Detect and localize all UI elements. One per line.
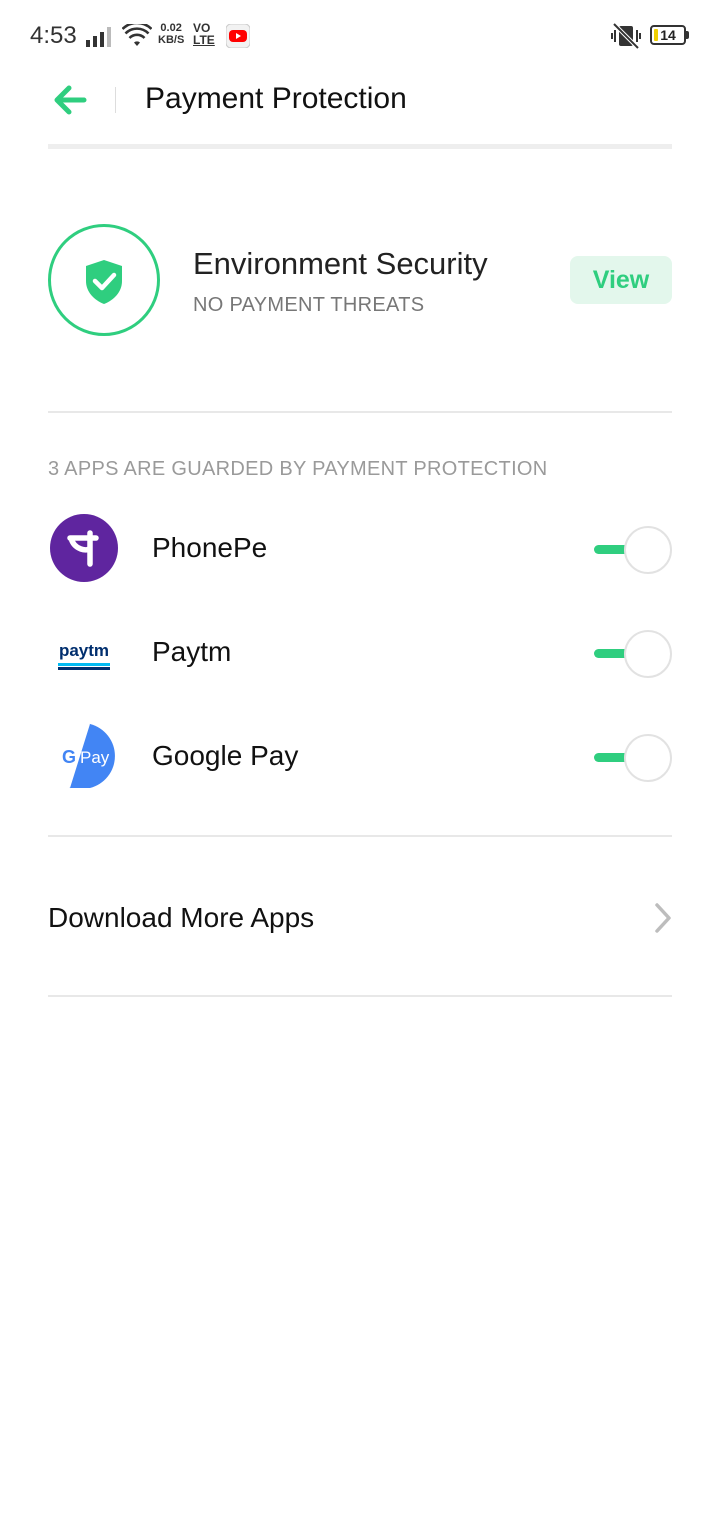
google-pay-protection-toggle[interactable] xyxy=(594,734,672,782)
wifi-icon xyxy=(122,24,152,46)
youtube-notification-icon xyxy=(226,24,250,48)
battery-percent: 14 xyxy=(660,27,676,43)
app-name: PhonePe xyxy=(152,532,268,563)
app-row-google-pay: G Pay Google Pay xyxy=(48,712,672,802)
security-status-badge xyxy=(48,224,160,336)
google-pay-icon: G Pay xyxy=(56,723,115,789)
divider xyxy=(48,411,672,413)
battery-icon: 14 xyxy=(650,25,686,45)
shield-check-icon xyxy=(86,260,122,304)
app-name: Google Pay xyxy=(152,740,299,771)
network-speed: 0.02 KB/S xyxy=(158,22,184,46)
security-status-text: NO PAYMENT THREATS xyxy=(193,294,425,316)
status-time: 4:53 xyxy=(30,22,77,49)
divider xyxy=(48,835,672,837)
download-more-apps-row[interactable]: Download More Apps xyxy=(48,880,672,960)
page-title: Payment Protection xyxy=(145,82,407,115)
paytm-protection-toggle[interactable] xyxy=(594,630,672,678)
toggle-knob xyxy=(624,526,672,574)
download-more-apps-label: Download More Apps xyxy=(48,902,315,933)
battery-tip xyxy=(686,31,689,39)
app-name: Paytm xyxy=(152,636,232,667)
paytm-logo-text: paytm xyxy=(59,641,109,660)
chevron-right-icon xyxy=(655,903,671,933)
paytm-icon: paytm xyxy=(58,641,110,670)
header-separator xyxy=(48,144,672,149)
security-title: Environment Security xyxy=(193,246,488,281)
app-row-phonepe: PhonePe xyxy=(48,504,672,594)
back-button[interactable] xyxy=(52,84,88,116)
arrow-left-icon xyxy=(54,85,87,115)
vibrate-off-icon xyxy=(611,22,641,50)
toggle-knob xyxy=(624,630,672,678)
divider xyxy=(48,995,672,997)
network-speed-value: 0.02 xyxy=(160,22,182,34)
app-row-paytm: paytm Paytm xyxy=(48,608,672,698)
header-divider xyxy=(115,87,116,113)
svg-text:G: G xyxy=(62,747,76,767)
phonepe-icon xyxy=(50,514,118,582)
view-button[interactable]: View xyxy=(570,256,672,304)
signal-icon xyxy=(86,27,111,47)
toggle-knob xyxy=(624,734,672,782)
volte-indicator: VO LTE xyxy=(193,22,215,46)
network-speed-unit: KB/S xyxy=(158,34,185,46)
phonepe-protection-toggle[interactable] xyxy=(594,526,672,574)
volte-line-2: LTE xyxy=(193,33,215,47)
guarded-apps-label: 3 APPS ARE GUARDED BY PAYMENT PROTECTION xyxy=(48,458,548,480)
gpay-logo-text: Pay xyxy=(80,748,110,767)
